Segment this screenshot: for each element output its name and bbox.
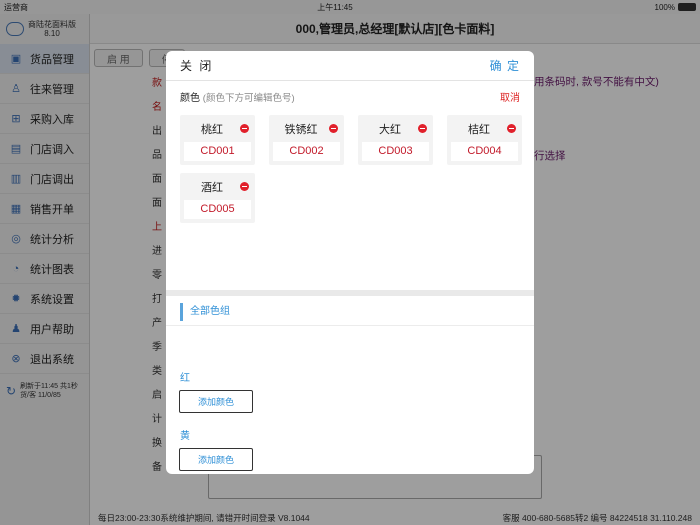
color-group-label: 黄 [180, 431, 190, 442]
color-code-input[interactable]: CD001 [184, 142, 251, 161]
divider [166, 325, 534, 326]
color-code-input[interactable]: CD003 [362, 142, 429, 161]
color-hint: (颜色下方可编辑色号) [202, 92, 295, 104]
remove-icon[interactable] [240, 182, 249, 191]
color-chip: 铁锈红 CD002 [269, 115, 344, 165]
color-chip: 桔红 CD004 [447, 115, 522, 165]
color-name: 桃红 [201, 124, 223, 136]
add-color-button[interactable]: 添加颜色 [179, 390, 253, 413]
color-chip: 桃红 CD001 [180, 115, 255, 165]
remove-icon[interactable] [507, 124, 516, 133]
color-modal: 关 闭 确 定 颜色 (颜色下方可编辑色号) 取消 桃红 CD001 铁锈红 C… [166, 51, 534, 474]
confirm-button[interactable]: 确 定 [490, 57, 520, 74]
remove-icon[interactable] [418, 124, 427, 133]
modal-header: 关 闭 确 定 [166, 51, 534, 81]
color-code-input[interactable]: CD005 [184, 200, 251, 219]
section-divider [166, 290, 534, 296]
color-name: 大红 [379, 124, 401, 136]
close-button[interactable]: 关 闭 [180, 57, 213, 74]
remove-icon[interactable] [240, 124, 249, 133]
color-name: 铁锈红 [284, 124, 318, 136]
color-chip: 大红 CD003 [358, 115, 433, 165]
color-group-label: 红 [180, 373, 190, 384]
color-code-input[interactable]: CD004 [451, 142, 518, 161]
tab-all-color-groups[interactable]: 全部色组 [180, 303, 230, 321]
cancel-button[interactable]: 取消 [500, 89, 520, 104]
color-chip: 酒红 CD005 [180, 173, 255, 223]
color-section-header: 颜色 (颜色下方可编辑色号) 取消 [166, 81, 534, 111]
color-code-input[interactable]: CD002 [273, 142, 340, 161]
color-name: 桔红 [468, 124, 490, 136]
remove-icon[interactable] [329, 124, 338, 133]
add-color-button[interactable]: 添加颜色 [179, 448, 253, 471]
color-name: 酒红 [201, 182, 223, 194]
color-title: 颜色 [180, 92, 200, 104]
